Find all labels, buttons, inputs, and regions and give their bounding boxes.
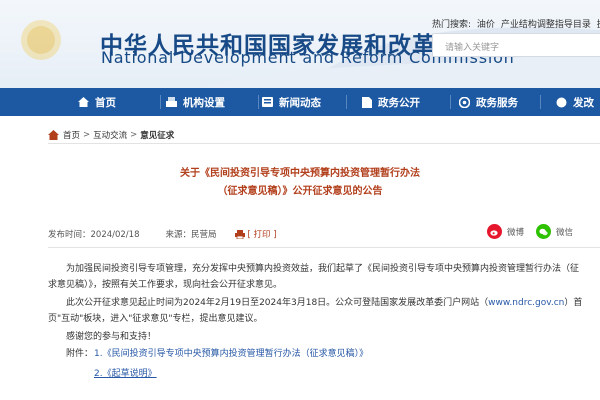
nav-label-news: 新闻动态 [279, 96, 321, 109]
weibo-icon [487, 224, 502, 239]
nav-label-organization: 机构设置 [183, 96, 225, 109]
share-wechat-label: 微信 [556, 227, 574, 238]
article-title-line1: 关于《民间投资引导专项中央预算内投资管理暂行办法 [180, 168, 420, 179]
wechat-icon [536, 224, 551, 239]
print-button[interactable]: [ 打印 ] [234, 228, 277, 240]
breadcrumb-home[interactable]: 首页 [63, 129, 80, 141]
main-nav: 首页 机构设置 新闻动态 政务公开 政务服务 发改 [0, 88, 600, 116]
nav-divider [346, 95, 347, 109]
nav-label-government-affairs: 政务公开 [378, 96, 420, 109]
paragraph-1-line1: 为加强民间投资引导专项管理，充分发挥中央预算内投资效益，我们起草了《民间投资引导… [66, 264, 580, 274]
breadcrumb-interaction[interactable]: 互动交流 [93, 129, 127, 141]
attachments-label: 附件： [66, 349, 94, 359]
national-emblem-icon [21, 20, 61, 60]
paragraph-2-line1: 此次公开征求意见起止时间为2024年2月19日至2024年3月18日。公众可登陆… [48, 295, 598, 311]
hot-term-oil-price[interactable]: 油价 [477, 20, 495, 30]
nav-divider [450, 95, 451, 109]
site-header: 中华人民共和国国家发展和改革委员会 National Development a… [0, 0, 600, 88]
nav-divider [258, 95, 259, 109]
nav-divider [540, 95, 541, 109]
share-weibo-button[interactable]: 微博 [487, 224, 524, 239]
print-icon [234, 229, 245, 239]
paragraph-2-line2: 页"互动"板块，进入"征求意见"专栏，提出意见建议。 [48, 314, 263, 324]
news-icon [262, 97, 273, 107]
nav-item-organization[interactable]: 机构设置 [166, 88, 225, 116]
hot-term-industry-catalog[interactable]: 产业结构调整指导目录 [501, 20, 591, 30]
nav-label-home: 首页 [95, 96, 116, 109]
publish-time: 发布时间：2024/02/18 [48, 230, 140, 240]
nav-item-government-services[interactable]: 政务服务 [459, 88, 518, 116]
paragraph-2-text-b: ）首 [564, 298, 583, 308]
search-input[interactable]: 请输入关键字 [432, 33, 600, 57]
breadcrumb-consultation[interactable]: 意见征求 [140, 129, 174, 141]
nav-item-news[interactable]: 新闻动态 [262, 88, 321, 116]
nav-label-government-services: 政务服务 [476, 96, 518, 109]
article-title-line2: （征求意见稿）》公开征求意见的公告 [217, 186, 383, 197]
paragraph-2-text-a: 此次公开征求意见起止时间为2024年2月19日至2024年3月18日。公众可登陆… [66, 298, 489, 308]
reform-icon [556, 97, 567, 107]
article-meta: 发布时间：2024/02/18 来源：民营局 [ 打印 ] [48, 228, 277, 240]
attachment-1-link[interactable]: 1.《民间投资引导专项中央预算内投资管理暂行办法（征求意见稿）》 [94, 346, 368, 359]
breadcrumb-separator: > [83, 130, 91, 140]
home-icon [48, 130, 59, 140]
share-wechat-button[interactable]: 微信 [536, 224, 573, 239]
nav-item-government-affairs[interactable]: 政务公开 [362, 88, 420, 116]
breadcrumb: 首页 > 互动交流 > 意见征求 [48, 129, 174, 141]
share-weibo-label: 微博 [507, 227, 525, 238]
document-icon [362, 96, 372, 108]
breadcrumb-separator: > [130, 130, 138, 140]
thanks-text: 感谢您的参与和支持！ [66, 332, 157, 342]
print-label: [ 打印 ] [247, 230, 277, 240]
attachment-2-link[interactable]: 2.《起草说明》 [94, 366, 157, 379]
nav-item-reform[interactable]: 发改 [556, 88, 594, 116]
divider [48, 143, 600, 144]
nav-label-reform: 发改 [573, 96, 594, 109]
hot-search: 热门搜索: 油价 产业结构调整指导目录 执 [432, 17, 600, 30]
organization-icon [166, 97, 177, 107]
services-icon [459, 96, 470, 108]
divider [48, 247, 600, 248]
nav-divider [160, 95, 161, 109]
article-source: 来源：民营局 [165, 230, 217, 240]
nav-item-home[interactable]: 首页 [78, 88, 116, 116]
paragraph-1-line2: 求意见稿）》，按照有关工作要求，现向社会公开征求意见。 [48, 280, 283, 290]
ndrc-website-link[interactable]: www.ndrc.gov.cn [488, 298, 564, 308]
home-icon [78, 97, 89, 107]
hot-search-label: 热门搜索: [432, 20, 472, 30]
